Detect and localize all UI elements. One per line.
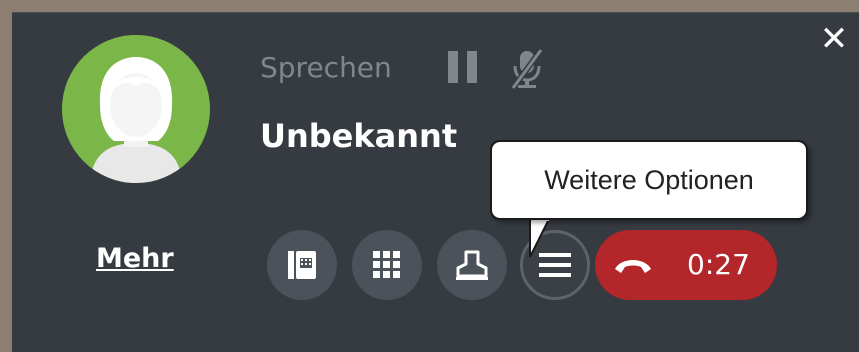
person-avatar-icon bbox=[62, 35, 210, 183]
tooltip-pointer bbox=[529, 217, 552, 258]
call-window: ✕ Sprechen Unbekannt Mehr 0:27 Weitere O… bbox=[12, 12, 859, 352]
phone-hangup-icon bbox=[615, 260, 651, 273]
close-icon[interactable]: ✕ bbox=[817, 22, 851, 56]
pause-icon[interactable] bbox=[446, 49, 480, 85]
caller-name: Unbekannt bbox=[260, 117, 458, 155]
tooltip: Weitere Optionen bbox=[490, 140, 808, 220]
phone-book-icon bbox=[288, 251, 316, 279]
more-link[interactable]: Mehr bbox=[96, 242, 174, 276]
consult-button[interactable] bbox=[437, 230, 507, 300]
call-timer: 0:27 bbox=[687, 248, 750, 281]
transfer-button[interactable] bbox=[267, 230, 337, 300]
tooltip-text: Weitere Optionen bbox=[544, 165, 754, 195]
keypad-icon bbox=[373, 251, 400, 278]
dialpad-button[interactable] bbox=[352, 230, 422, 300]
microphone-muted-icon[interactable] bbox=[507, 48, 547, 90]
call-status: Sprechen bbox=[260, 51, 392, 84]
person-stamp-icon bbox=[456, 250, 488, 280]
hangup-button[interactable]: 0:27 bbox=[595, 230, 777, 300]
avatar bbox=[62, 35, 210, 183]
